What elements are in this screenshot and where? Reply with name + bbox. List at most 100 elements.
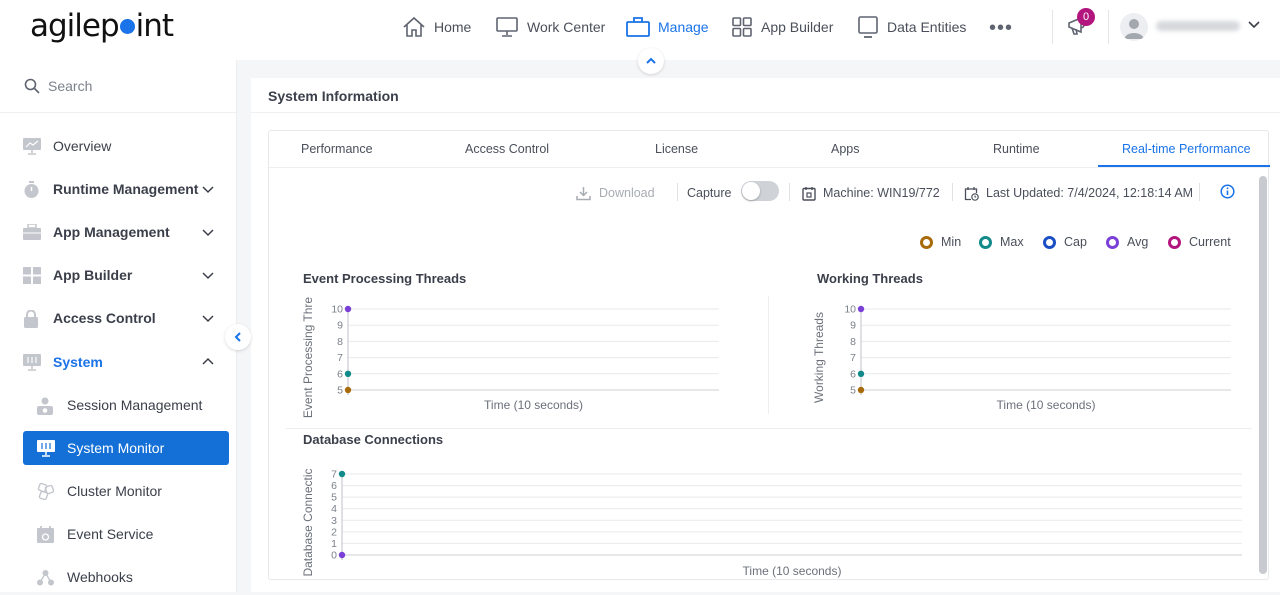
tab-real-time-performance[interactable]: Real-time Performance — [1122, 142, 1251, 156]
nav-work-center[interactable]: Work Center — [495, 14, 605, 40]
chart-monitor-icon — [23, 138, 41, 155]
y-tick-label: 10 — [844, 304, 856, 316]
y-tick-label: 5 — [337, 385, 343, 397]
y-tick-label: 6 — [331, 480, 337, 492]
y-tick-label: 9 — [850, 320, 856, 332]
legend-item-cap[interactable]: Cap — [1043, 235, 1087, 249]
more-menu-button[interactable]: ••• — [989, 17, 1013, 40]
chart-title-database-connections: Database Connections — [303, 432, 444, 447]
divider — [768, 296, 769, 414]
y-tick-label: 8 — [337, 336, 343, 348]
sidebar-item-event-service[interactable]: Event Service — [0, 516, 237, 552]
database-connections-chart: 01234567 Database Connectic Time (10 secon… — [301, 468, 1242, 578]
sidebar-item-label: Access Control — [53, 310, 156, 326]
sidebar-item-cluster-monitor[interactable]: Cluster Monitor — [0, 473, 237, 509]
nav-home[interactable]: Home — [402, 14, 471, 40]
y-axis-label: Database Connectic — [301, 468, 315, 576]
sidebar-item-app-builder[interactable]: App Builder — [0, 257, 237, 293]
machine-label: Machine: WIN19/772 — [823, 186, 940, 200]
divider — [789, 183, 790, 201]
y-axis-label: Event Processing Thre — [301, 297, 315, 418]
calendar-icon — [802, 186, 816, 201]
data-point-avg — [857, 305, 865, 313]
tab-performance[interactable]: Performance — [301, 142, 373, 156]
sidebar-item-access-control[interactable]: Access Control — [0, 300, 237, 336]
page-title: System Information — [268, 88, 399, 104]
collapse-sidebar-button[interactable] — [225, 324, 251, 350]
data-point-avg — [338, 551, 346, 559]
legend-item-current[interactable]: Current — [1168, 235, 1231, 249]
divider — [677, 183, 678, 201]
stopwatch-icon — [24, 181, 39, 198]
chevron-up-icon[interactable] — [202, 357, 214, 367]
home-icon — [403, 16, 425, 37]
y-tick-label: 7 — [850, 352, 856, 364]
sidebar-item-label: App Management — [53, 224, 170, 240]
sidebar-item-webhooks[interactable]: Webhooks — [0, 559, 237, 595]
y-tick-label: 3 — [331, 515, 337, 527]
toggle-knob — [742, 182, 760, 200]
info-icon[interactable] — [1220, 184, 1235, 199]
sidebar-item-label: System — [53, 354, 103, 370]
chart-title-event-processing: Event Processing Threads — [303, 271, 467, 286]
tab-apps[interactable]: Apps — [831, 142, 860, 156]
tiles-icon — [23, 267, 41, 284]
sidebar-item-overview[interactable]: Overview — [0, 128, 237, 164]
lock-icon — [24, 310, 38, 328]
sidebar-item-label: Cluster Monitor — [67, 483, 162, 499]
search-icon — [24, 78, 40, 94]
scrollbar[interactable] — [1259, 176, 1267, 574]
sidebar-item-system-monitor[interactable]: System Monitor — [23, 431, 229, 465]
chevron-down-icon[interactable] — [1247, 18, 1261, 32]
system-monitor-icon — [37, 440, 55, 457]
sidebar-item-label: Overview — [53, 138, 112, 154]
avatar[interactable] — [1120, 13, 1148, 41]
nav-home-label: Home — [434, 19, 472, 35]
data-point-min — [344, 386, 352, 394]
tab-license[interactable]: License — [655, 142, 698, 156]
legend-marker — [1168, 235, 1181, 249]
capture-toggle[interactable] — [741, 181, 779, 201]
legend-label: Current — [1189, 235, 1231, 249]
sidebar-item-label: App Builder — [53, 267, 133, 283]
chevron-down-icon[interactable] — [202, 270, 214, 280]
divider — [1108, 10, 1109, 44]
logo-text: agilep — [30, 8, 120, 44]
chevron-down-icon[interactable] — [202, 184, 214, 194]
y-tick-label: 0 — [331, 550, 337, 562]
y-tick-label: 5 — [331, 492, 337, 504]
sidebar-search[interactable]: Search — [0, 60, 236, 113]
tab-access-control[interactable]: Access Control — [465, 142, 549, 156]
collapse-topbar-button[interactable] — [638, 48, 664, 74]
nav-data-entities[interactable]: Data Entities — [857, 14, 966, 40]
calendar-icon — [37, 526, 54, 543]
divider — [952, 183, 953, 201]
legend-item-max[interactable]: Max — [979, 235, 1024, 249]
legend-item-min[interactable]: Min — [920, 235, 961, 249]
chevron-down-icon[interactable] — [202, 313, 214, 323]
chevron-down-icon[interactable] — [202, 227, 214, 237]
sidebar-item-system[interactable]: System — [0, 344, 237, 380]
user-icon — [1124, 19, 1144, 39]
capture-label: Capture — [687, 186, 732, 200]
machine-info: Machine: WIN19/772 — [802, 184, 940, 202]
download-button[interactable]: Download — [576, 184, 655, 202]
sidebar-item-runtime-management[interactable]: Runtime Management — [0, 171, 237, 207]
divider — [251, 112, 1280, 113]
nav-manage[interactable]: Manage — [626, 14, 709, 40]
notification-badge: 0 — [1077, 8, 1095, 26]
agilepoint-logo[interactable]: agilep int — [30, 8, 174, 44]
nav-app-builder[interactable]: App Builder — [731, 14, 833, 40]
data-point-max — [857, 370, 865, 377]
active-tab-indicator — [1098, 165, 1270, 167]
grid-icon — [732, 17, 752, 37]
webhook-icon — [37, 570, 54, 586]
y-tick-label: 10 — [331, 304, 343, 316]
user-name[interactable] — [1156, 21, 1240, 31]
sidebar-item-label: Session Management — [67, 397, 203, 413]
legend-item-avg[interactable]: Avg — [1106, 235, 1148, 249]
data-point-max — [338, 470, 346, 478]
sidebar-item-app-management[interactable]: App Management — [0, 214, 237, 250]
tab-runtime[interactable]: Runtime — [993, 142, 1040, 156]
sidebar-item-session-management[interactable]: Session Management — [0, 387, 237, 423]
